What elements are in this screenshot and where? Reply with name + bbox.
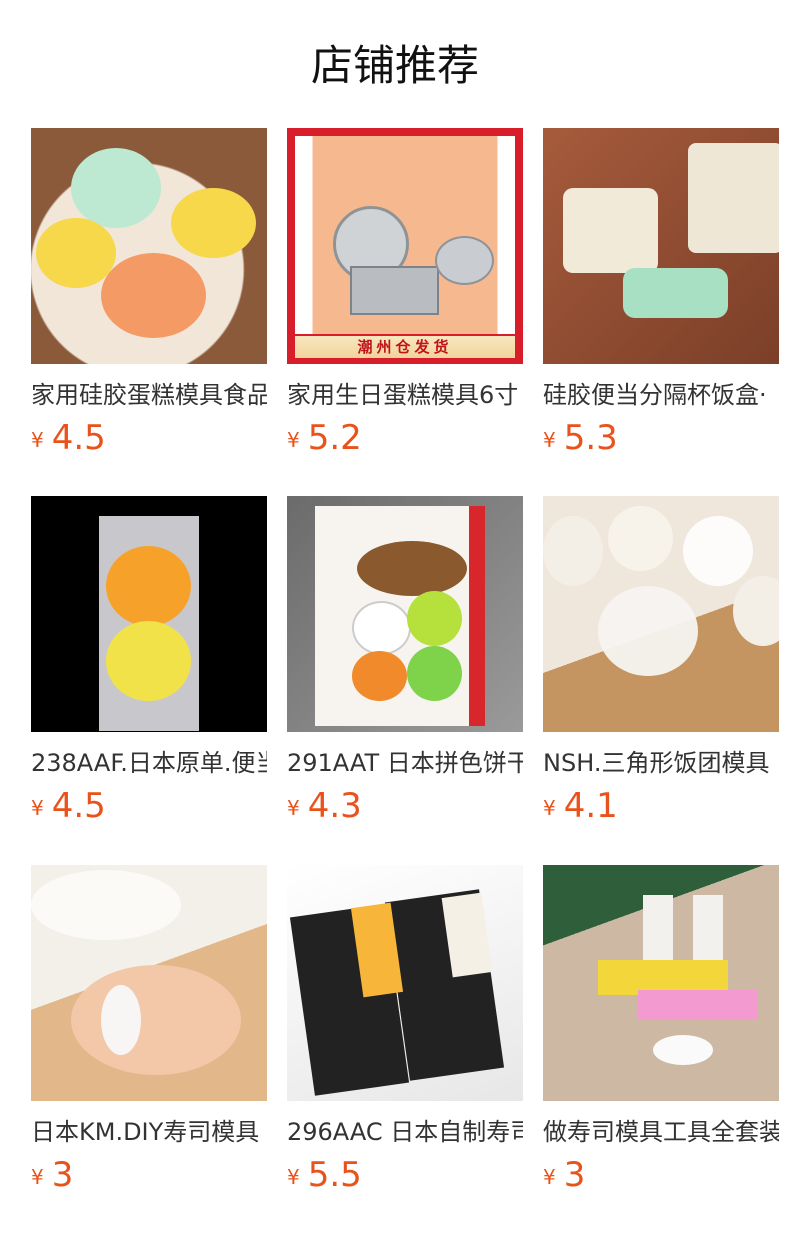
product-name[interactable]: 做寿司模具工具全套装	[543, 1115, 779, 1149]
product-name[interactable]: NSH.三角形饭团模具	[543, 746, 779, 780]
product-price: ¥5.3	[543, 416, 779, 460]
price-value: 4.5	[51, 418, 106, 458]
price-value: 4.5	[51, 786, 106, 826]
product-card[interactable]: 做寿司模具工具全套装 ¥3	[543, 865, 779, 1197]
currency-symbol: ¥	[543, 428, 556, 452]
product-price: ¥4.5	[31, 784, 267, 828]
product-name[interactable]: 硅胶便当分隔杯饭盒·	[543, 378, 779, 412]
currency-symbol: ¥	[543, 796, 556, 820]
product-name[interactable]: 家用硅胶蛋糕模具食品	[31, 378, 267, 412]
currency-symbol: ¥	[287, 428, 300, 452]
section-title: 店铺推荐	[310, 41, 479, 90]
product-image[interactable]	[31, 128, 267, 364]
product-image[interactable]	[287, 865, 523, 1101]
product-card[interactable]: NSH.三角形饭团模具 ¥4.1	[543, 496, 779, 828]
currency-symbol: ¥	[287, 1165, 300, 1189]
product-name[interactable]: 296AAC 日本自制寿司	[287, 1115, 523, 1149]
product-image[interactable]	[31, 496, 267, 732]
price-value: 4.3	[307, 786, 362, 826]
price-value: 5.2	[307, 418, 362, 458]
product-price: ¥4.5	[31, 416, 267, 460]
product-card[interactable]: 291AAT 日本拼色饼干 ¥4.3	[287, 496, 523, 828]
product-card[interactable]: 296AAC 日本自制寿司 ¥5.5	[287, 865, 523, 1197]
currency-symbol: ¥	[31, 796, 44, 820]
currency-symbol: ¥	[287, 796, 300, 820]
product-price: ¥4.3	[287, 784, 523, 828]
product-price: ¥3	[543, 1153, 779, 1197]
product-image[interactable]	[287, 496, 523, 732]
product-name[interactable]: 238AAF.日本原单.便当	[31, 746, 267, 780]
product-card[interactable]: 家用硅胶蛋糕模具食品 ¥4.5	[31, 128, 267, 460]
currency-symbol: ¥	[543, 1165, 556, 1189]
price-value: 5.5	[307, 1155, 362, 1195]
product-badge: 潮州仓发货	[295, 336, 515, 358]
product-image[interactable]	[543, 496, 779, 732]
product-price: ¥4.1	[543, 784, 779, 828]
price-value: 4.1	[563, 786, 618, 826]
product-card[interactable]: 潮州仓发货 家用生日蛋糕模具6寸 ¥5.2	[287, 128, 523, 460]
product-name[interactable]: 日本KM.DIY寿司模具	[31, 1115, 267, 1149]
price-value: 3	[51, 1155, 74, 1195]
price-value: 5.3	[563, 418, 618, 458]
product-price: ¥5.2	[287, 416, 523, 460]
price-value: 3	[563, 1155, 586, 1195]
product-image[interactable]: 潮州仓发货	[287, 128, 523, 364]
currency-symbol: ¥	[31, 428, 44, 452]
product-card[interactable]: 日本KM.DIY寿司模具 ¥3	[31, 865, 267, 1197]
product-image[interactable]	[543, 128, 779, 364]
product-name[interactable]: 291AAT 日本拼色饼干	[287, 746, 523, 780]
product-card[interactable]: 238AAF.日本原单.便当 ¥4.5	[31, 496, 267, 828]
product-image[interactable]	[31, 865, 267, 1101]
product-image[interactable]	[543, 865, 779, 1101]
product-name[interactable]: 家用生日蛋糕模具6寸	[287, 378, 523, 412]
product-price: ¥5.5	[287, 1153, 523, 1197]
currency-symbol: ¥	[31, 1165, 44, 1189]
product-card[interactable]: 硅胶便当分隔杯饭盒· ¥5.3	[543, 128, 779, 460]
product-price: ¥3	[31, 1153, 267, 1197]
